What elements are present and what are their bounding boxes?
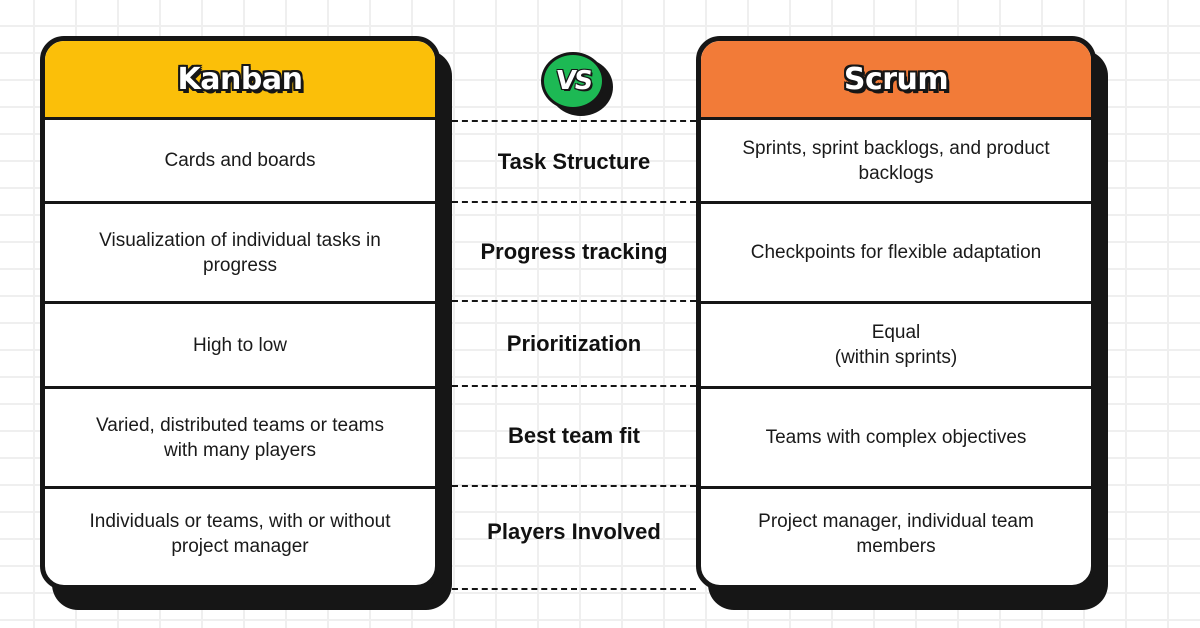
scrum-row-task-structure: Sprints, sprint backlogs, and product ba…: [701, 120, 1091, 204]
scrum-row-prioritization: Equal (within sprints): [701, 304, 1091, 389]
kanban-card: Kanban Cards and boards Visualization of…: [40, 36, 452, 610]
dashed-divider: [452, 588, 696, 590]
kanban-row-progress-tracking: Visualization of individual tasks in pro…: [45, 204, 435, 304]
scrum-card-body: Scrum Sprints, sprint backlogs, and prod…: [696, 36, 1096, 590]
kanban-row-players-involved: Individuals or teams, with or without pr…: [89, 511, 391, 557]
scrum-row-best-team-fit: Teams with complex objectives: [701, 389, 1091, 489]
kanban-row-prioritization: High to low: [45, 304, 435, 389]
criterion-best-team-fit: Best team fit: [507, 423, 641, 448]
criterion-progress-tracking: Progress tracking: [480, 238, 668, 264]
criterion-task-structure: Task Structure: [497, 148, 651, 174]
kanban-row-best-team-fit: Varied, distributed teams or teams with …: [45, 389, 435, 489]
scrum-card: Scrum Sprints, sprint backlogs, and prod…: [696, 36, 1108, 610]
kanban-row-task-structure: Cards and boards: [45, 120, 435, 204]
scrum-row-players-involved: Project manager, individual team members: [758, 511, 1034, 557]
scrum-header: Scrum: [701, 41, 1091, 120]
criterion-players-involved: Players Involved: [487, 519, 661, 544]
scrum-title: Scrum: [843, 61, 949, 97]
vs-label: VS: [553, 66, 592, 96]
criterion-prioritization: Prioritization: [506, 330, 642, 356]
scrum-row-progress-tracking: Checkpoints for flexible adaptation: [701, 204, 1091, 304]
kanban-card-body: Kanban Cards and boards Visualization of…: [40, 36, 440, 590]
kanban-header: Kanban: [45, 41, 435, 120]
vs-badge: VS: [541, 52, 615, 116]
kanban-title: Kanban: [177, 61, 303, 97]
vs-badge-icon: VS: [541, 52, 605, 110]
